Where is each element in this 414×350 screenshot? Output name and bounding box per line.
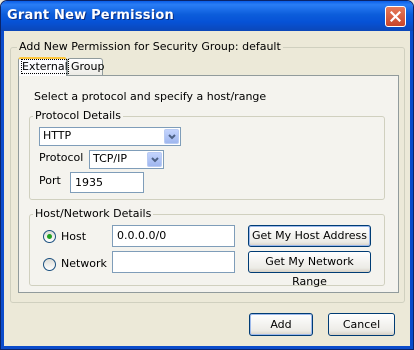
tab-group-label: Group [71, 60, 105, 73]
tab-external[interactable]: External [18, 57, 69, 76]
port-input[interactable]: 1935 [70, 172, 144, 193]
host-network-label: Host/Network Details [33, 207, 154, 220]
tab-panel-external: Select a protocol and specify a host/ran… [18, 75, 399, 293]
close-icon [390, 11, 401, 22]
host-input-value: 0.0.0.0/0 [117, 229, 167, 242]
protocol-label: Protocol [39, 151, 84, 164]
service-select-value: HTTP [43, 129, 72, 142]
get-my-host-address-label: Get My Host Address [252, 229, 367, 242]
add-button-label: Add [270, 318, 292, 331]
window-frame-right [410, 31, 413, 349]
tab-group[interactable]: Group [67, 58, 105, 75]
permission-group-label: Add New Permission for Security Group: d… [17, 40, 283, 53]
chevron-down-icon [167, 133, 176, 139]
chevron-down-icon [150, 156, 159, 162]
network-input[interactable] [112, 251, 235, 273]
protocol-dropdown-button[interactable] [147, 152, 162, 167]
protocol-select-value: TCP/IP [93, 152, 127, 165]
service-select[interactable]: HTTP [39, 127, 181, 146]
network-radio[interactable] [43, 258, 56, 271]
window-frame-left [1, 31, 4, 349]
window-frame-bottom [1, 346, 413, 349]
service-dropdown-button[interactable] [164, 129, 179, 144]
port-label: Port [39, 174, 61, 187]
cancel-button-label: Cancel [342, 318, 381, 331]
protocol-details-label: Protocol Details [33, 109, 123, 122]
network-radio-label[interactable]: Network [61, 257, 107, 270]
host-radio[interactable] [43, 230, 56, 243]
cancel-button[interactable]: Cancel [328, 313, 395, 336]
port-input-value: 1935 [75, 176, 103, 189]
get-my-host-address-button[interactable]: Get My Host Address [248, 225, 371, 247]
title-bar[interactable]: Grant New Permission [1, 1, 413, 31]
close-button[interactable] [385, 6, 406, 27]
host-radio-label[interactable]: Host [61, 230, 86, 243]
host-input[interactable]: 0.0.0.0/0 [112, 225, 235, 247]
protocol-select[interactable]: TCP/IP [89, 150, 164, 169]
window-title: Grant New Permission [7, 8, 174, 23]
dialog-window: Grant New Permission Add New Permission … [0, 0, 414, 350]
add-button[interactable]: Add [249, 313, 313, 336]
instructions-text: Select a protocol and specify a host/ran… [34, 90, 267, 103]
get-my-network-range-button[interactable]: Get My Network Range [248, 251, 371, 288]
tab-external-label: External [21, 59, 69, 74]
